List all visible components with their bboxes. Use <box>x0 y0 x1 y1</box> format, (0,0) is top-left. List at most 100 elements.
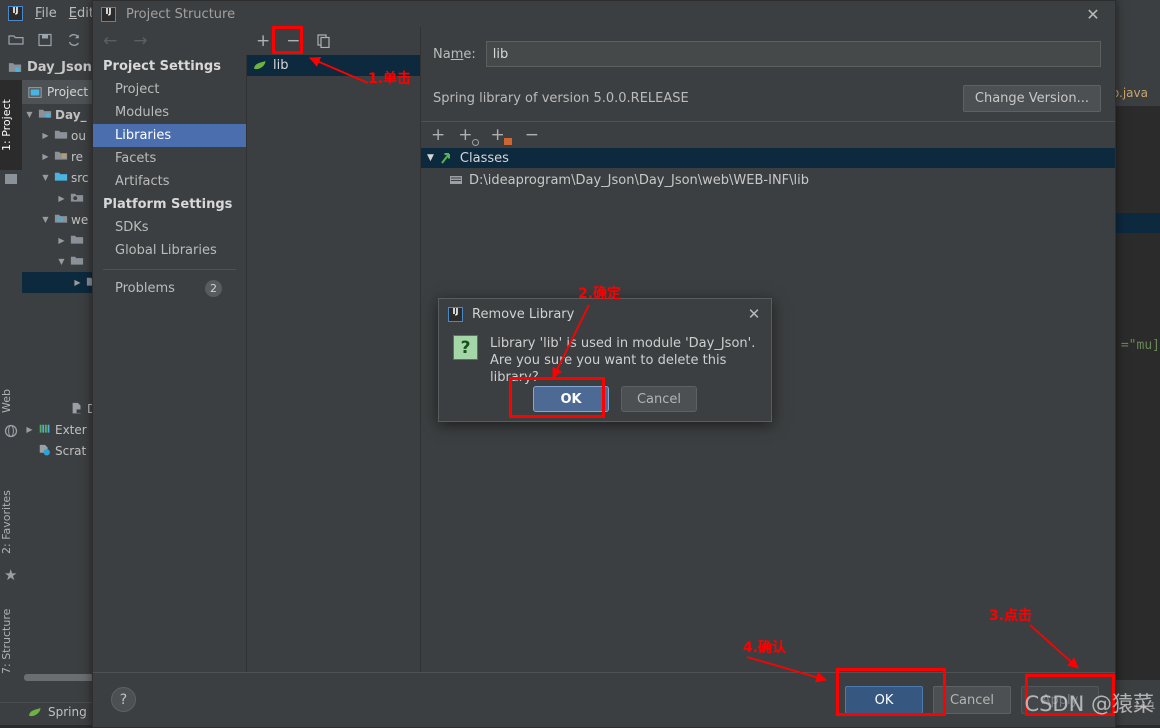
classes-path-label: D:\ideaprogram\Day_Json\Day_Json\web\WEB… <box>469 172 809 188</box>
breadcrumb-project[interactable]: Day_Json <box>27 60 92 75</box>
chevron-right-icon[interactable]: ▶ <box>40 152 51 161</box>
library-name-row: Name: <box>421 41 1101 67</box>
vtab-label-project: 1: Project <box>0 99 13 151</box>
tree-row-label: ou <box>71 128 86 143</box>
classes-path-row[interactable]: D:\ideaprogram\Day_Json\Day_Json\web\WEB… <box>421 170 1115 190</box>
chevron-down-icon[interactable]: ▼ <box>427 153 434 163</box>
dialog-title: Project Structure <box>126 6 236 22</box>
sidebar-item-global-libraries[interactable]: Global Libraries <box>93 239 246 262</box>
library-list-panel: + − lib <box>247 27 421 672</box>
folder-icon <box>54 129 68 142</box>
sidebar-group-title: Project Settings <box>103 59 221 74</box>
menu-file[interactable]: File <box>35 6 57 21</box>
source-folder-icon <box>54 171 68 184</box>
forward-arrow-icon[interactable]: → <box>133 31 147 51</box>
annotation-step-2: 2.确定 <box>578 286 622 302</box>
vtab-label-favorites: 2: Favorites <box>0 490 13 554</box>
back-arrow-icon[interactable]: ← <box>103 31 117 51</box>
open-folder-icon[interactable] <box>8 32 24 48</box>
vtab-label-web: Web <box>0 389 13 413</box>
sidebar-item-project[interactable]: 1: Project <box>0 80 22 170</box>
change-version-button[interactable]: Change Version... <box>962 84 1101 112</box>
chevron-down-icon[interactable]: ▼ <box>24 110 35 119</box>
add-library-button[interactable]: + <box>256 31 270 51</box>
help-button[interactable]: ? <box>111 687 136 712</box>
tree-row-label: src <box>71 170 89 185</box>
remove-library-dialog: Remove Library ✕ ? Library 'lib' is used… <box>438 298 772 422</box>
sidebar-divider <box>103 269 236 270</box>
editor-tab[interactable]: o.java <box>1112 80 1148 106</box>
classes-root-icon <box>441 152 450 164</box>
sidebar-item-problems[interactable]: Problems 2 <box>93 277 246 300</box>
library-version-text: Spring library of version 5.0.0.RELEASE <box>433 90 689 106</box>
editor-tab-label: o.java <box>1111 86 1148 100</box>
tool-window-tabs: 1: Project Web 2: Favorites ★ 7: Structu… <box>0 80 22 700</box>
close-icon[interactable]: ✕ <box>741 301 767 327</box>
intellij-logo-icon <box>8 5 23 21</box>
web-folder-icon <box>54 213 68 226</box>
resource-folder-icon <box>54 150 68 163</box>
project-icon <box>5 174 17 184</box>
libraries-icon <box>38 423 52 436</box>
chevron-right-icon[interactable]: ▶ <box>56 194 67 203</box>
menu-edit[interactable]: Edit <box>69 6 94 21</box>
star-icon: ★ <box>4 566 18 584</box>
iml-file-icon <box>70 402 84 415</box>
add-jar-root-button[interactable]: + <box>491 125 512 145</box>
sidebar-group-title: Platform Settings <box>103 197 233 212</box>
tree-row-label: Exter <box>55 422 87 437</box>
chevron-down-icon[interactable]: ▼ <box>56 257 67 266</box>
package-icon <box>70 192 84 205</box>
sidebar-item-libraries[interactable]: Libraries <box>93 124 246 147</box>
sidebar-item-favorites[interactable]: 2: Favorites <box>0 478 22 566</box>
annotation-step-4: 4.确认 <box>743 640 787 656</box>
library-name-input[interactable] <box>485 41 1101 67</box>
sidebar-item-structure[interactable]: 7: Structure <box>0 596 22 686</box>
project-panel-title: Project <box>47 85 89 99</box>
sidebar-item-project[interactable]: Project <box>93 78 246 101</box>
copy-library-button[interactable] <box>316 34 331 48</box>
add-classes-root-button[interactable]: + <box>458 125 479 146</box>
chevron-right-icon[interactable]: ▶ <box>40 131 51 140</box>
sync-icon[interactable] <box>66 32 82 48</box>
chevron-right-icon[interactable]: ▶ <box>56 236 67 245</box>
classes-root-label: Classes <box>459 150 509 166</box>
vtab-label-structure: 7: Structure <box>0 608 13 674</box>
highlight-box-modal-ok <box>509 377 605 418</box>
module-icon <box>38 108 52 121</box>
library-version-row: Spring library of version 5.0.0.RELEASE … <box>421 83 1101 113</box>
remove-root-button[interactable]: − <box>525 125 539 145</box>
annotation-step-1: 1.单击 <box>368 71 412 87</box>
folder-icon <box>70 255 84 268</box>
chevron-right-icon[interactable]: ▶ <box>24 425 35 434</box>
highlight-box-remove-library <box>272 26 303 54</box>
chevron-right-icon[interactable]: ▶ <box>72 278 83 287</box>
sidebar-item-web[interactable]: Web <box>0 380 22 422</box>
folder-icon <box>70 234 84 247</box>
sidebar-item-facets[interactable]: Facets <box>93 147 246 170</box>
project-structure-nav: ← → <box>93 27 247 55</box>
save-icon[interactable] <box>37 32 53 48</box>
library-name-label: Name: <box>433 46 476 62</box>
project-view-icon <box>28 86 42 98</box>
chevron-down-icon[interactable]: ▼ <box>40 173 51 182</box>
remove-library-title: Remove Library <box>472 306 575 322</box>
chevron-down-icon[interactable]: ▼ <box>40 215 51 224</box>
status-spring-item[interactable]: Spring <box>28 705 87 719</box>
globe-icon <box>4 424 18 438</box>
sidebar-item-modules[interactable]: Modules <box>93 101 246 124</box>
folder-icon <box>450 176 462 184</box>
project-structure-sidebar: Project Settings Project Modules Libraries F… <box>93 55 247 672</box>
watermark: CSDN @猿菜 <box>1024 692 1154 716</box>
add-root-button[interactable]: + <box>431 125 445 145</box>
close-icon[interactable]: ✕ <box>1071 1 1115 27</box>
sidebar-item-sdks[interactable]: SDKs <box>93 216 246 239</box>
remove-library-cancel-button[interactable]: Cancel <box>621 386 697 412</box>
library-list-item-label: lib <box>273 58 289 73</box>
highlight-box-footer-ok <box>836 668 946 716</box>
classes-root-node[interactable]: ▼ Classes <box>421 148 1115 168</box>
sidebar-item-artifacts[interactable]: Artifacts <box>93 170 246 193</box>
horizontal-scrollbar[interactable] <box>24 674 94 681</box>
message-line-1: Library 'lib' is used in module 'Day_Jso… <box>490 336 756 351</box>
library-roots-toolbar: + + + − <box>421 122 1115 148</box>
